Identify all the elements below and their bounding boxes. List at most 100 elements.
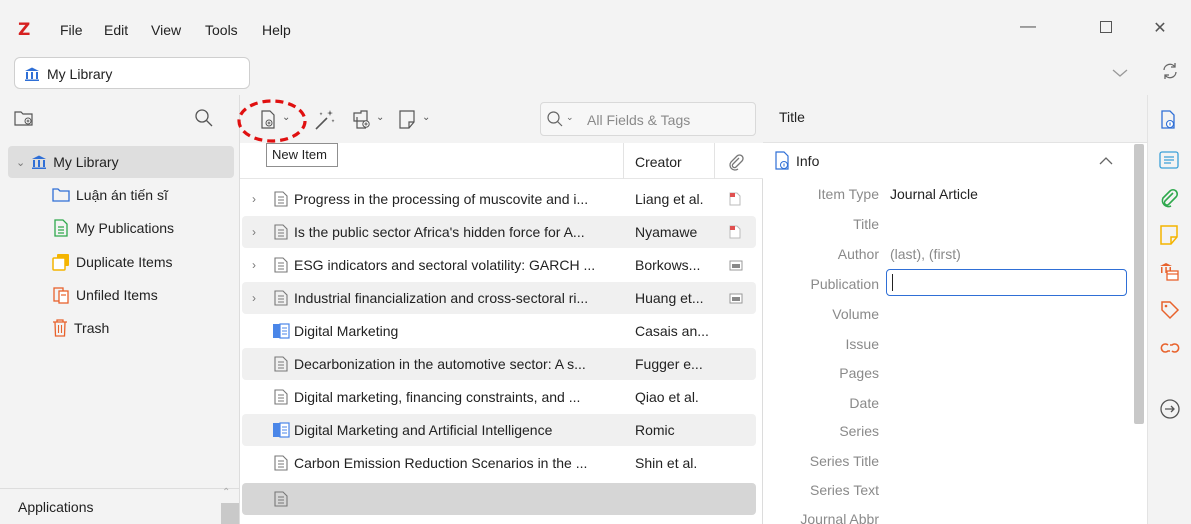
chevron-down-icon[interactable]: ⌄ [16, 156, 25, 169]
publications-icon [52, 219, 70, 237]
search-icon [546, 110, 564, 131]
notes-icon[interactable] [1160, 225, 1178, 248]
item-pane-title: Title [779, 109, 805, 125]
collection-trash[interactable]: Trash [52, 312, 234, 344]
field-label-pages: Pages [839, 365, 879, 381]
scrollbar-thumb[interactable] [221, 503, 239, 524]
field-label-publication: Publication [810, 276, 880, 292]
book-icon [272, 422, 290, 438]
tab-my-library[interactable]: My Library [14, 57, 250, 89]
zotero-logo: Z [18, 20, 31, 40]
unfiled-icon [52, 286, 70, 304]
info-icon[interactable] [1160, 110, 1178, 133]
journal-article-icon [274, 257, 288, 273]
field-label-issue: Issue [845, 336, 879, 352]
new-collection-icon[interactable] [14, 109, 34, 130]
column-creator[interactable]: Creator [635, 154, 682, 170]
table-row[interactable]: Digital Marketing Casais an... [242, 315, 756, 347]
menu-tools[interactable]: Tools [205, 22, 238, 38]
chevron-right-icon[interactable]: › [252, 192, 256, 206]
applications-label[interactable]: Applications [18, 499, 94, 515]
item-title: Digital Marketing and Artificial Intelli… [294, 422, 553, 438]
menu-edit[interactable]: Edit [104, 22, 128, 38]
snapshot-icon[interactable] [729, 292, 743, 304]
table-row[interactable]: › Industrial financialization and cross-… [242, 282, 756, 314]
field-label-title: Title [853, 216, 879, 232]
chevron-right-icon[interactable]: › [252, 291, 256, 305]
field-label-series-text: Series Text [810, 482, 879, 498]
minimize-icon[interactable]: — [1018, 18, 1038, 36]
collection-unfiled-items[interactable]: Unfiled Items [52, 279, 234, 311]
table-row[interactable]: › Is the public sector Africa's hidden f… [242, 216, 756, 248]
table-row[interactable]: Decarbonization in the automotive sector… [242, 348, 756, 380]
abstract-icon[interactable] [1159, 151, 1179, 172]
search-input[interactable]: ⌄ All Fields & Tags [540, 102, 756, 136]
field-label-date: Date [849, 395, 879, 411]
scrollbar-thumb[interactable] [1134, 144, 1144, 424]
libraries-collections-icon[interactable] [1159, 261, 1179, 284]
menu-help[interactable]: Help [262, 22, 291, 38]
item-pane: Title Info Item Type Journal Article Tit… [763, 95, 1147, 524]
duplicate-icon [52, 253, 70, 271]
tab-bar: My Library [0, 55, 1191, 95]
chevron-down-icon[interactable]: ⌄ [566, 112, 574, 123]
chevron-right-icon[interactable]: › [252, 225, 256, 239]
pdf-icon[interactable] [729, 225, 741, 239]
collection-luan-an[interactable]: Luận án tiến sĩ [52, 179, 234, 211]
close-icon[interactable]: ✕ [1150, 18, 1170, 38]
item-creator: Fugger e... [635, 356, 703, 372]
items-pane: ⌄ ⌄ ⌄ ⌄ All Fields & Tags Creator New It… [237, 95, 763, 524]
pdf-icon[interactable] [729, 192, 741, 206]
table-row[interactable]: Carbon Emission Reduction Scenarios in t… [242, 447, 756, 479]
table-row[interactable]: › ESG indicators and sectoral volatility… [242, 249, 756, 281]
maximize-icon[interactable] [1096, 18, 1116, 38]
attachments-icon[interactable] [1159, 188, 1179, 211]
item-creator: Borkows... [635, 257, 701, 273]
menu-file[interactable]: File [60, 22, 83, 38]
collection-my-publications[interactable]: My Publications [52, 212, 234, 244]
table-row-selected[interactable] [242, 483, 756, 515]
tags-icon[interactable] [1160, 300, 1180, 323]
field-value-author[interactable]: (last), (first) [890, 246, 961, 262]
item-creator: Huang et... [635, 290, 704, 306]
collection-my-library[interactable]: ⌄ My Library [8, 146, 234, 178]
table-row[interactable]: Digital marketing, financing constraints… [242, 381, 756, 413]
table-row[interactable]: Digital Marketing and Artificial Intelli… [242, 414, 756, 446]
info-section-title[interactable]: Info [796, 153, 819, 169]
new-note-icon[interactable] [398, 109, 418, 134]
menu-bar: Z File Edit View Tools Help — ✕ [0, 0, 1191, 60]
table-row[interactable]: › Progress in the processing of muscovit… [242, 183, 756, 215]
chevron-right-icon[interactable]: › [252, 258, 256, 272]
add-attachment-icon[interactable] [351, 109, 373, 134]
field-label-item-type: Item Type [817, 186, 879, 202]
item-creator: Romic [635, 422, 675, 438]
sync-icon[interactable] [1160, 61, 1180, 84]
magic-wand-icon[interactable] [313, 108, 337, 135]
collection-label: Unfiled Items [76, 287, 158, 303]
column-divider [623, 143, 624, 179]
item-title: Carbon Emission Reduction Scenarios in t… [294, 455, 588, 471]
menu-view[interactable]: View [151, 22, 181, 38]
field-value-item-type[interactable]: Journal Article [890, 186, 978, 202]
item-creator: Liang et al. [635, 191, 704, 207]
related-icon[interactable] [1159, 339, 1181, 360]
locate-icon[interactable] [1159, 398, 1181, 423]
journal-article-icon [274, 290, 288, 306]
chevron-up-icon[interactable] [1099, 153, 1113, 169]
snapshot-icon[interactable] [729, 259, 743, 271]
chevron-down-icon[interactable]: ⌄ [376, 112, 384, 123]
chevron-down-icon[interactable]: ⌄ [422, 112, 430, 123]
info-icon [774, 151, 792, 174]
search-icon[interactable] [194, 108, 214, 131]
collection-duplicate-items[interactable]: Duplicate Items [52, 246, 234, 278]
chevron-down-icon[interactable] [1112, 65, 1128, 81]
journal-article-icon [274, 356, 288, 372]
chevron-up-icon[interactable]: ⌃ [222, 487, 230, 498]
field-label-volume: Volume [832, 306, 879, 322]
item-creator: Shin et al. [635, 455, 698, 471]
paperclip-icon[interactable] [728, 153, 744, 174]
item-creator: Casais an... [635, 323, 709, 339]
collection-label: Luận án tiến sĩ [76, 187, 168, 203]
collection-label: Trash [74, 320, 110, 336]
publication-input[interactable] [886, 269, 1127, 296]
